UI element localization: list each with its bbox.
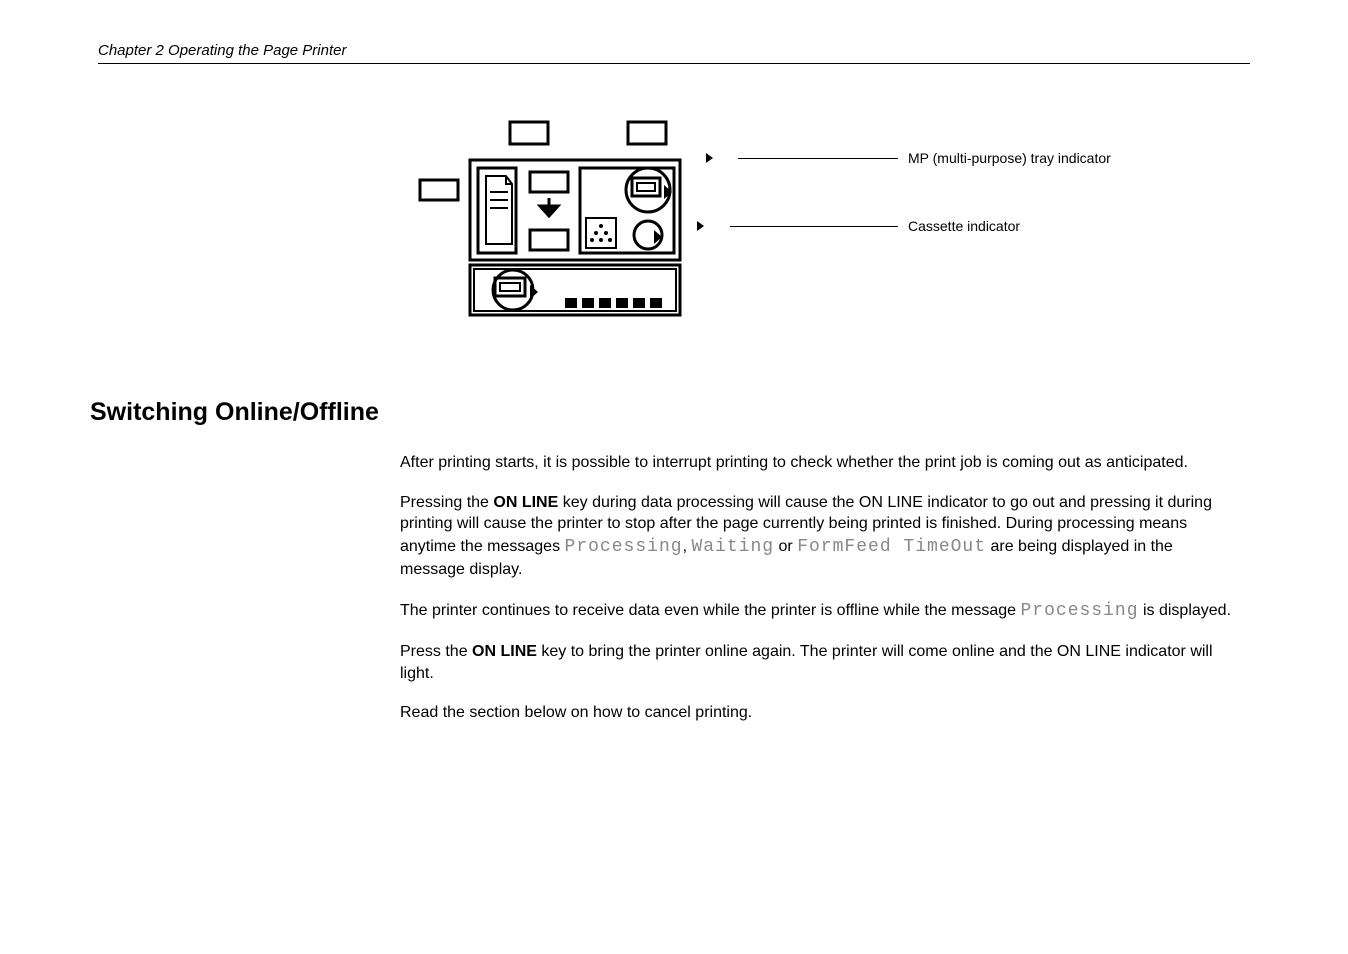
paragraph-2: Pressing the ON LINE key during data pro… [400, 492, 1238, 581]
text: Pressing the [400, 494, 493, 511]
lcd-formfeed: FormFeed TimeOut [797, 537, 986, 557]
lcd-processing: Processing [565, 537, 683, 557]
text: The printer continues to receive data ev… [400, 602, 1021, 619]
lcd-processing: Processing [1021, 601, 1139, 621]
callout-line-mp [738, 158, 898, 159]
text: or [774, 538, 797, 555]
page-header: Chapter 2 Operating the Page Printer [98, 42, 1250, 64]
lcd-waiting: Waiting [691, 537, 774, 557]
section-heading: Switching Online/Offline [90, 398, 379, 427]
paragraph-4: Press the ON LINE key to bring the print… [400, 641, 1238, 684]
text: is displayed. [1139, 602, 1232, 619]
printer-diagram-area: MP (multi-purpose) tray indicator Casset… [410, 120, 1150, 320]
callout-mp-tray: MP (multi-purpose) tray indicator [908, 150, 1111, 166]
paragraph-5: Read the section below on how to cancel … [400, 702, 1238, 724]
header-divider [98, 63, 1250, 64]
paragraph-3: The printer continues to receive data ev… [400, 599, 1238, 623]
chapter-title: Chapter 2 Operating the Page Printer [98, 42, 1250, 59]
online-key-label: ON LINE [493, 494, 558, 511]
online-key-label: ON LINE [472, 643, 537, 660]
text: Press the [400, 643, 472, 660]
callout-cassette: Cassette indicator [908, 218, 1020, 234]
printer-panel-diagram [410, 120, 750, 320]
callout-line-cassette [730, 226, 898, 227]
body-content: After printing starts, it is possible to… [400, 452, 1238, 742]
paragraph-1: After printing starts, it is possible to… [400, 452, 1238, 474]
